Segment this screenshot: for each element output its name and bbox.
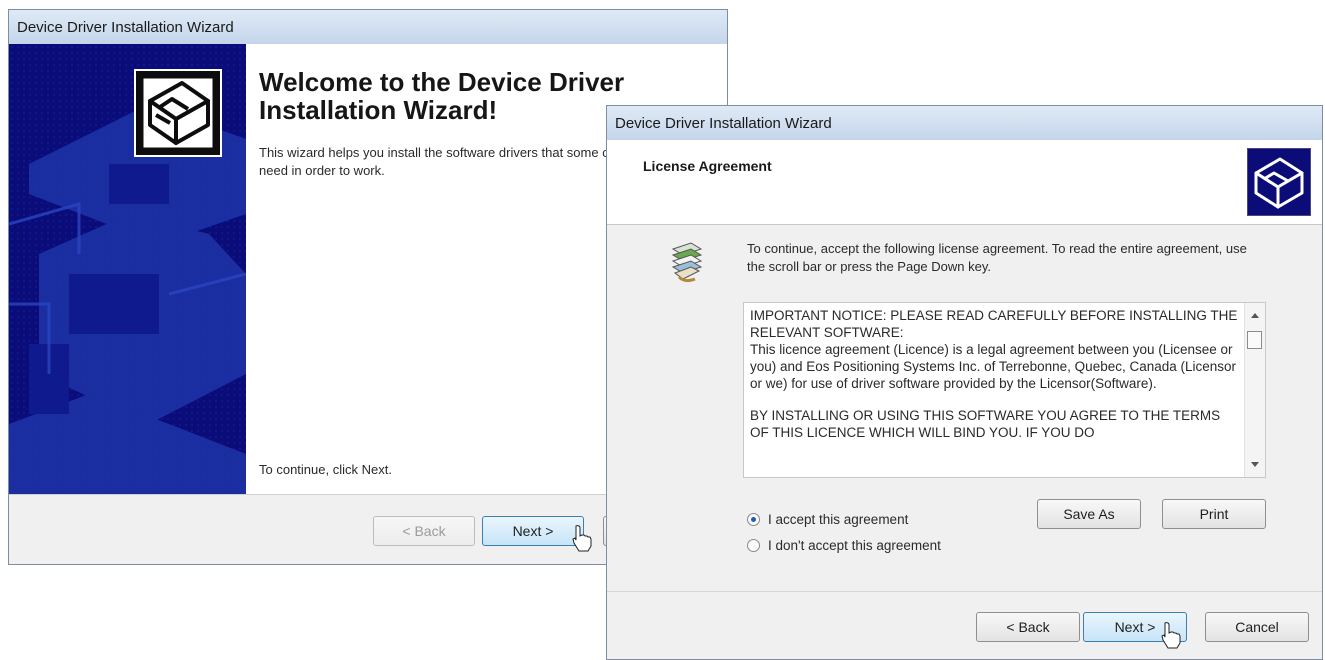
license-wizard-window: Device Driver Installation Wizard Licens… [606, 105, 1323, 660]
decline-radio-label: I don't accept this agreement [768, 538, 941, 553]
continue-instruction: To continue, click Next. [259, 462, 392, 477]
footer-divider [607, 591, 1322, 592]
next-button[interactable]: Next > [482, 516, 584, 546]
license-header: License Agreement [607, 140, 1322, 225]
welcome-window-titlebar[interactable]: Device Driver Installation Wizard [9, 10, 727, 45]
license-header-title: License Agreement [643, 158, 772, 174]
welcome-window-title: Device Driver Installation Wizard [17, 19, 234, 36]
scroll-up-arrow-icon[interactable] [1251, 313, 1259, 318]
mouse-pointer-icon [572, 525, 592, 552]
cancel-button[interactable]: Cancel [1205, 612, 1309, 642]
print-button[interactable]: Print [1162, 499, 1266, 529]
scroll-down-arrow-icon[interactable] [1251, 462, 1259, 467]
license-scrollbar[interactable] [1244, 303, 1265, 477]
device-box-icon [134, 69, 222, 157]
device-box-icon [1247, 148, 1311, 216]
wizard-sidebar-banner [9, 44, 246, 494]
scroll-thumb[interactable] [1247, 331, 1262, 349]
accept-radio[interactable]: I accept this agreement [747, 512, 908, 527]
documents-icon [671, 242, 703, 283]
license-paragraph: IMPORTANT NOTICE: PLEASE READ CAREFULLY … [750, 308, 1238, 391]
license-instructions: To continue, accept the following licens… [747, 241, 1247, 274]
mouse-pointer-icon [1161, 622, 1181, 649]
license-text: IMPORTANT NOTICE: PLEASE READ CAREFULLY … [750, 307, 1240, 456]
back-button[interactable]: < Back [976, 612, 1080, 642]
accept-radio-label: I accept this agreement [768, 512, 909, 527]
decline-radio-indicator[interactable] [747, 539, 760, 552]
license-paragraph: BY INSTALLING OR USING THIS SOFTWARE YOU… [750, 408, 1221, 440]
license-window-title: Device Driver Installation Wizard [615, 115, 832, 132]
accept-radio-indicator[interactable] [747, 513, 760, 526]
save-as-button[interactable]: Save As [1037, 499, 1141, 529]
decline-radio[interactable]: I don't accept this agreement [747, 538, 941, 553]
license-text-box[interactable]: IMPORTANT NOTICE: PLEASE READ CAREFULLY … [743, 302, 1266, 478]
license-window-titlebar[interactable]: Device Driver Installation Wizard [607, 106, 1322, 141]
back-button[interactable]: < Back [373, 516, 475, 546]
